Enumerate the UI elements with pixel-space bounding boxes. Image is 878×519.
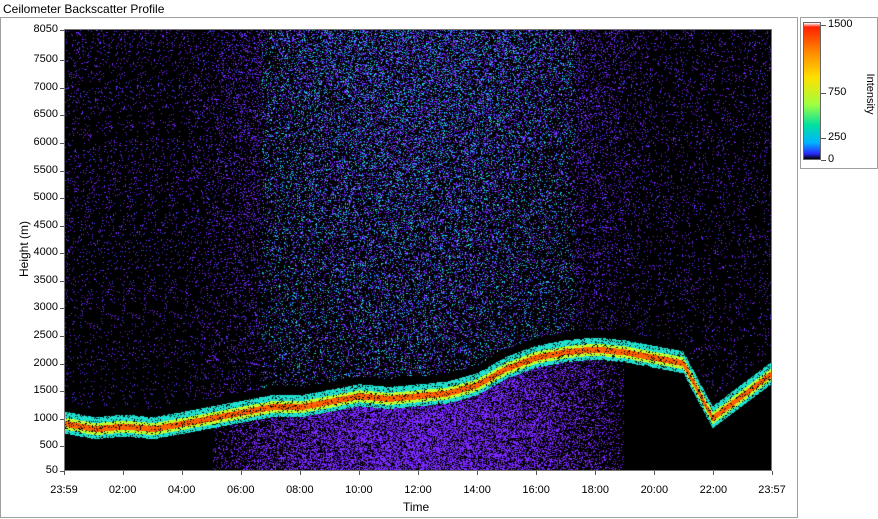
color-scale-tick-label: 1500 xyxy=(828,18,853,30)
x-tick-mark xyxy=(654,471,656,475)
y-tick-mark xyxy=(60,115,64,117)
color-scale-bar[interactable] xyxy=(803,22,821,160)
x-tick-mark xyxy=(772,471,773,475)
color-scale-tick-mark xyxy=(821,92,826,94)
x-tick-label: 06:00 xyxy=(226,484,255,496)
y-tick-label: 7000 xyxy=(33,80,58,93)
x-tick-mark xyxy=(64,471,65,475)
color-scale-tick-label: 250 xyxy=(828,130,847,143)
y-tick-label: 3000 xyxy=(33,301,58,314)
color-scale-tick-mark xyxy=(821,160,826,161)
y-tick-label: 2000 xyxy=(33,356,58,369)
x-tick-mark xyxy=(536,471,538,475)
x-tick-label: 22:00 xyxy=(699,484,728,496)
x-tick-mark xyxy=(418,471,419,475)
y-tick-mark xyxy=(60,87,64,89)
window-title: Ceilometer Backscatter Profile xyxy=(3,2,165,16)
x-tick-mark xyxy=(358,471,360,475)
x-tick-mark xyxy=(477,471,479,475)
y-tick-label: 5500 xyxy=(33,163,58,176)
y-tick-mark xyxy=(60,170,64,172)
y-tick-mark xyxy=(60,280,64,282)
y-tick-mark xyxy=(60,225,64,227)
y-axis-label: Height (m) xyxy=(17,221,31,278)
y-tick-label: 500 xyxy=(39,439,58,452)
y-tick-label: 8050 xyxy=(33,23,58,35)
y-tick-label: 1500 xyxy=(33,384,58,397)
x-tick-label: 20:00 xyxy=(640,484,669,496)
x-tick-mark xyxy=(595,471,597,475)
x-tick-label: 10:00 xyxy=(345,484,373,496)
x-tick-label: 12:00 xyxy=(404,484,432,496)
y-tick-mark xyxy=(60,308,64,310)
color-scale-tick-mark xyxy=(821,137,826,139)
y-tick-label: 1000 xyxy=(33,411,58,424)
color-scale-tick-label: 750 xyxy=(828,85,847,98)
y-tick-label: 6500 xyxy=(33,108,58,121)
x-tick-mark xyxy=(713,471,715,475)
y-tick-mark xyxy=(60,363,64,365)
x-tick-label: 23:57 xyxy=(758,484,786,496)
x-tick-mark xyxy=(240,471,242,475)
x-tick-label: 04:00 xyxy=(167,484,196,496)
y-tick-label: 7500 xyxy=(33,53,58,66)
x-tick-label: 16:00 xyxy=(522,484,550,496)
y-tick-mark xyxy=(60,253,64,255)
x-tick-mark xyxy=(181,471,183,475)
y-tick-label: 50 xyxy=(45,464,58,476)
y-tick-mark xyxy=(60,391,64,393)
color-scale-tick-label: 0 xyxy=(828,153,835,165)
y-tick-mark xyxy=(60,143,64,144)
x-tick-label: 23:59 xyxy=(50,484,78,496)
x-tick-label: 08:00 xyxy=(286,484,314,496)
x-tick-label: 14:00 xyxy=(463,484,491,496)
y-tick-label: 6000 xyxy=(33,136,58,148)
y-tick-label: 2500 xyxy=(33,328,58,341)
y-tick-mark xyxy=(60,60,64,62)
color-scale-tick-mark xyxy=(821,25,826,26)
x-tick-mark xyxy=(122,471,124,475)
y-tick-label: 5000 xyxy=(33,191,58,204)
x-tick-label: 18:00 xyxy=(581,484,609,496)
color-scale-title: Intensity xyxy=(864,73,876,115)
y-tick-mark xyxy=(60,30,64,31)
backscatter-heatmap[interactable] xyxy=(64,29,772,471)
x-axis-label: Time xyxy=(403,500,430,514)
x-tick-mark xyxy=(299,471,301,475)
y-tick-mark xyxy=(60,446,64,448)
y-tick-mark xyxy=(60,198,64,200)
y-tick-mark xyxy=(60,418,64,420)
y-tick-mark xyxy=(60,335,64,337)
x-tick-label: 02:00 xyxy=(108,484,137,496)
